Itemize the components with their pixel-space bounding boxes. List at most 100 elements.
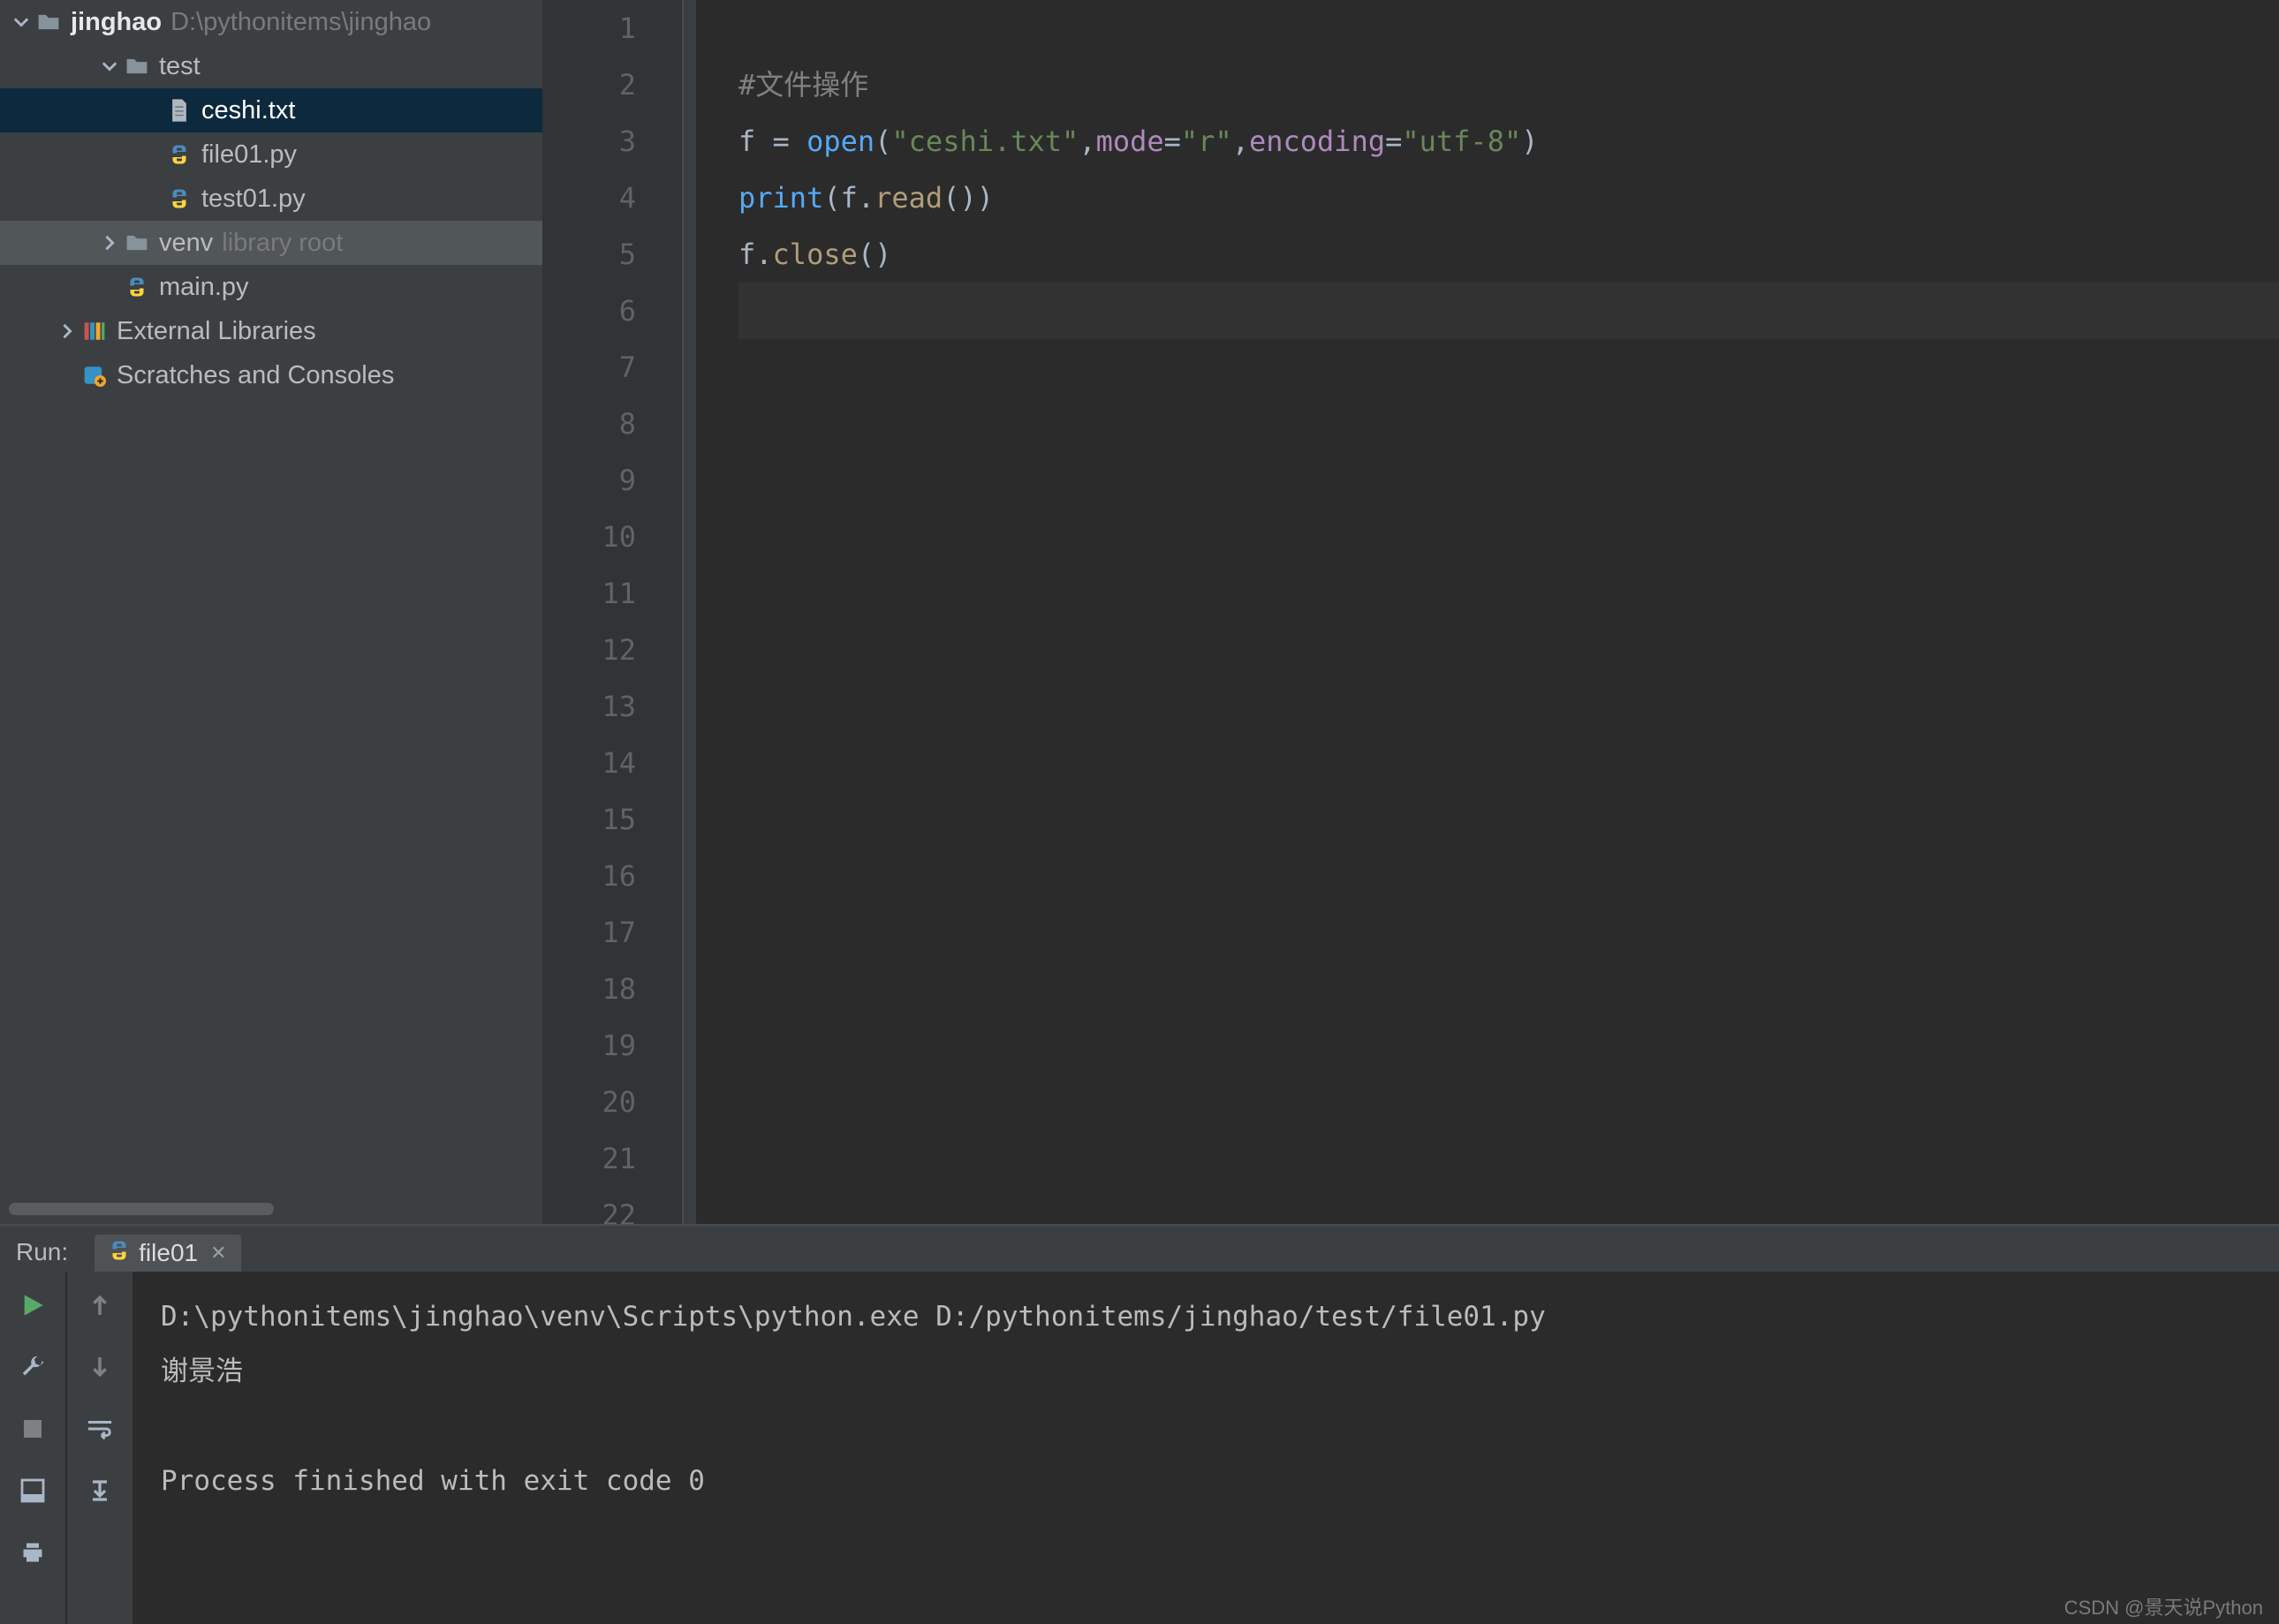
- line-number[interactable]: 7: [542, 339, 682, 396]
- tree-root-path: D:\pythonitems\jinghao: [170, 8, 431, 37]
- line-number[interactable]: 11: [542, 565, 682, 622]
- chevron-right-icon[interactable]: [97, 235, 122, 251]
- line-number[interactable]: 16: [542, 848, 682, 904]
- code-editor[interactable]: #文件操作 f = open("ceshi.txt",mode="r",encod…: [696, 0, 2279, 1224]
- line-number[interactable]: 9: [542, 452, 682, 509]
- project-tree[interactable]: jinghao D:\pythonitems\jinghao test ceshi…: [0, 0, 542, 1194]
- line-number[interactable]: 19: [542, 1017, 682, 1074]
- console-output[interactable]: D:\pythonitems\jinghao\venv\Scripts\pyth…: [134, 1272, 2279, 1624]
- code-line[interactable]: [738, 678, 2279, 735]
- code-token: print: [738, 181, 823, 215]
- console-line: D:\pythonitems\jinghao\venv\Scripts\pyth…: [161, 1289, 2279, 1344]
- folder-icon: [34, 11, 64, 34]
- scrollbar-thumb[interactable]: [9, 1203, 274, 1215]
- code-line[interactable]: [738, 1017, 2279, 1074]
- code-line[interactable]: [738, 735, 2279, 791]
- chevron-down-icon[interactable]: [9, 14, 34, 30]
- line-number[interactable]: 3: [542, 113, 682, 170]
- code-token: [790, 125, 806, 158]
- code-line[interactable]: [738, 283, 2279, 339]
- run-toolbar-primary: [0, 1272, 67, 1624]
- tree-root[interactable]: jinghao D:\pythonitems\jinghao: [0, 0, 542, 44]
- code-token: #文件操作: [738, 68, 868, 102]
- code-line[interactable]: [738, 622, 2279, 678]
- layout-button[interactable]: [15, 1473, 50, 1508]
- wrench-icon[interactable]: [15, 1349, 50, 1385]
- tree-row[interactable]: test01.py: [0, 177, 542, 221]
- scroll-to-end-icon[interactable]: [82, 1473, 117, 1508]
- tree-row[interactable]: file01.py: [0, 132, 542, 177]
- tree-item-label: main.py: [159, 273, 249, 302]
- run-button[interactable]: [15, 1288, 50, 1323]
- code-line[interactable]: print(f.read()): [738, 170, 2279, 226]
- close-icon[interactable]: ✕: [210, 1242, 226, 1265]
- console-line: 谢景浩: [161, 1344, 2279, 1399]
- print-button[interactable]: [15, 1535, 50, 1570]
- code-line[interactable]: f.close(): [738, 226, 2279, 283]
- folder-icon: [122, 231, 152, 254]
- tree-row[interactable]: main.py: [0, 265, 542, 309]
- code-line[interactable]: [738, 961, 2279, 1017]
- tree-row[interactable]: ceshi.txt: [0, 88, 542, 132]
- code-line[interactable]: [738, 0, 2279, 57]
- code-token: ,: [1232, 125, 1249, 158]
- code-line[interactable]: [738, 452, 2279, 509]
- arrow-up-icon[interactable]: [82, 1288, 117, 1323]
- line-number[interactable]: 18: [542, 961, 682, 1017]
- code-line[interactable]: [738, 339, 2279, 396]
- tree-row[interactable]: External Libraries: [0, 309, 542, 353]
- chevron-right-icon[interactable]: [55, 323, 80, 339]
- gutter[interactable]: 12345678910111213141516171819202122: [542, 0, 684, 1224]
- line-number[interactable]: 8: [542, 396, 682, 452]
- line-number[interactable]: 21: [542, 1130, 682, 1187]
- code-line[interactable]: [738, 1130, 2279, 1187]
- code-line[interactable]: [738, 904, 2279, 961]
- line-number[interactable]: 4: [542, 170, 682, 226]
- line-number[interactable]: 15: [542, 791, 682, 848]
- code-token: read: [874, 181, 943, 215]
- stop-button[interactable]: [15, 1411, 50, 1446]
- run-body: D:\pythonitems\jinghao\venv\Scripts\pyth…: [0, 1272, 2279, 1624]
- txt-icon: [164, 99, 194, 122]
- code-line[interactable]: #文件操作: [738, 57, 2279, 113]
- line-number[interactable]: 13: [542, 678, 682, 735]
- py-icon: [164, 144, 194, 165]
- line-number[interactable]: 2: [542, 57, 682, 113]
- line-number[interactable]: 12: [542, 622, 682, 678]
- line-number[interactable]: 10: [542, 509, 682, 565]
- code-line[interactable]: [738, 396, 2279, 452]
- line-number[interactable]: 14: [542, 735, 682, 791]
- scratch-icon: [80, 364, 110, 387]
- code-line[interactable]: [738, 509, 2279, 565]
- code-token: ,: [1079, 125, 1095, 158]
- line-number[interactable]: 1: [542, 0, 682, 57]
- code-line[interactable]: f = open("ceshi.txt",mode="r",encoding="…: [738, 113, 2279, 170]
- code-token: ()): [943, 181, 994, 215]
- run-config-tab[interactable]: file01 ✕: [95, 1235, 240, 1272]
- tree-row[interactable]: test: [0, 44, 542, 88]
- folder-icon: [122, 55, 152, 78]
- py-icon: [122, 276, 152, 298]
- project-horizontal-scrollbar[interactable]: [0, 1194, 542, 1224]
- line-number[interactable]: 5: [542, 226, 682, 283]
- line-number[interactable]: 6: [542, 283, 682, 339]
- line-number[interactable]: 17: [542, 904, 682, 961]
- code-token: =: [1164, 125, 1181, 158]
- code-line[interactable]: [738, 791, 2279, 848]
- code-token: (): [858, 238, 892, 271]
- code-line[interactable]: [738, 848, 2279, 904]
- line-number[interactable]: 20: [542, 1074, 682, 1130]
- tree-item-label: file01.py: [201, 140, 297, 170]
- code-line[interactable]: [738, 1187, 2279, 1243]
- soft-wrap-icon[interactable]: [82, 1411, 117, 1446]
- tree-row[interactable]: Scratches and Consoles: [0, 353, 542, 397]
- code-token: f: [738, 125, 773, 158]
- code-token: close: [773, 238, 858, 271]
- code-line[interactable]: [738, 565, 2279, 622]
- tree-item-label: test: [159, 52, 201, 81]
- arrow-down-icon[interactable]: [82, 1349, 117, 1385]
- tree-row[interactable]: venvlibrary root: [0, 221, 542, 265]
- chevron-down-icon[interactable]: [97, 58, 122, 74]
- code-line[interactable]: [738, 1074, 2279, 1130]
- tree-item-label: test01.py: [201, 185, 306, 214]
